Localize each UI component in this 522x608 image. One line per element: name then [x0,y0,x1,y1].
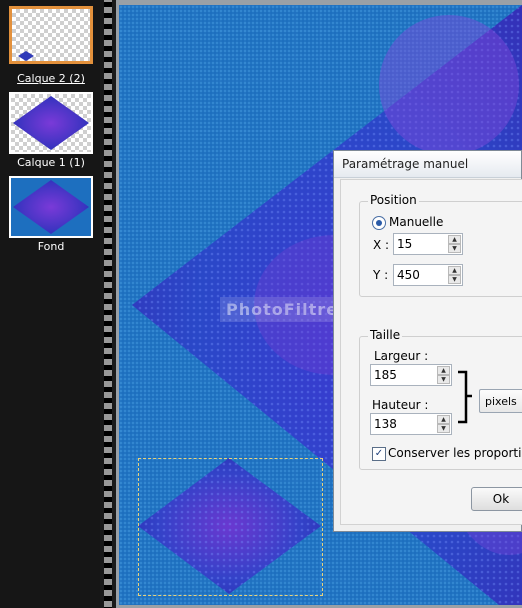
layer-thumb-calque-1[interactable] [9,92,93,154]
layer-label-calque-2[interactable]: Calque 2 (2) [0,72,102,85]
dialog-title: Paramétrage manuel [342,157,469,171]
width-spinbox[interactable]: ▲ ▼ [370,364,452,386]
dialog-titlebar[interactable]: Paramétrage manuel [334,151,521,178]
spin-up-icon[interactable]: ▲ [448,266,461,275]
layer-diamond-icon [13,96,89,150]
film-strip-divider [100,0,116,608]
spin-down-icon[interactable]: ▼ [448,275,461,284]
width-input[interactable] [371,365,436,385]
link-proportions-bracket-icon [458,370,472,424]
y-input[interactable] [394,265,447,285]
unit-select-value: pixels [485,395,517,408]
layer-diamond-icon [13,180,89,234]
y-label: Y : [373,268,389,282]
spin-down-icon[interactable]: ▼ [437,424,450,433]
x-input[interactable] [394,234,447,254]
layer-thumb-fond[interactable] [9,176,93,238]
x-label: X : [373,238,390,252]
size-group-title: Taille [368,328,403,342]
layer-label-calque-1[interactable]: Calque 1 (1) [0,156,102,169]
height-spinbox[interactable]: ▲ ▼ [370,413,452,435]
y-spin-arrows[interactable]: ▲ ▼ [448,266,461,284]
height-input[interactable] [371,414,436,434]
width-label: Largeur : [374,349,429,363]
selection-marquee[interactable] [138,458,323,596]
spin-down-icon[interactable]: ▼ [448,244,461,253]
spin-up-icon[interactable]: ▲ [437,415,450,424]
manual-radio-label: Manuelle [389,215,444,229]
keep-proportions-checkbox[interactable]: ✓ [372,447,386,461]
layer-diamond-icon [18,51,34,61]
spin-up-icon[interactable]: ▲ [448,235,461,244]
height-spin-arrows[interactable]: ▲ ▼ [437,415,450,433]
layer-thumb-calque-2[interactable] [9,6,93,64]
x-spinbox[interactable]: ▲ ▼ [393,233,463,255]
ok-button[interactable]: Ok [471,487,522,511]
y-spinbox[interactable]: ▲ ▼ [393,264,463,286]
unit-select[interactable]: pixels [479,389,522,413]
x-spin-arrows[interactable]: ▲ ▼ [448,235,461,253]
width-spin-arrows[interactable]: ▲ ▼ [437,366,450,384]
manual-radio-button[interactable] [372,216,386,230]
layer-label-fond[interactable]: Fond [0,240,102,253]
height-label: Hauteur : [372,398,429,412]
spin-up-icon[interactable]: ▲ [437,366,450,375]
spin-down-icon[interactable]: ▼ [437,375,450,384]
layers-panel: Calque 2 (2) Calque 1 (1) Fond [0,0,100,608]
ok-button-label: Ok [492,492,510,506]
position-group-title: Position [368,193,419,207]
keep-proportions-label: Conserver les proportions [388,446,522,460]
